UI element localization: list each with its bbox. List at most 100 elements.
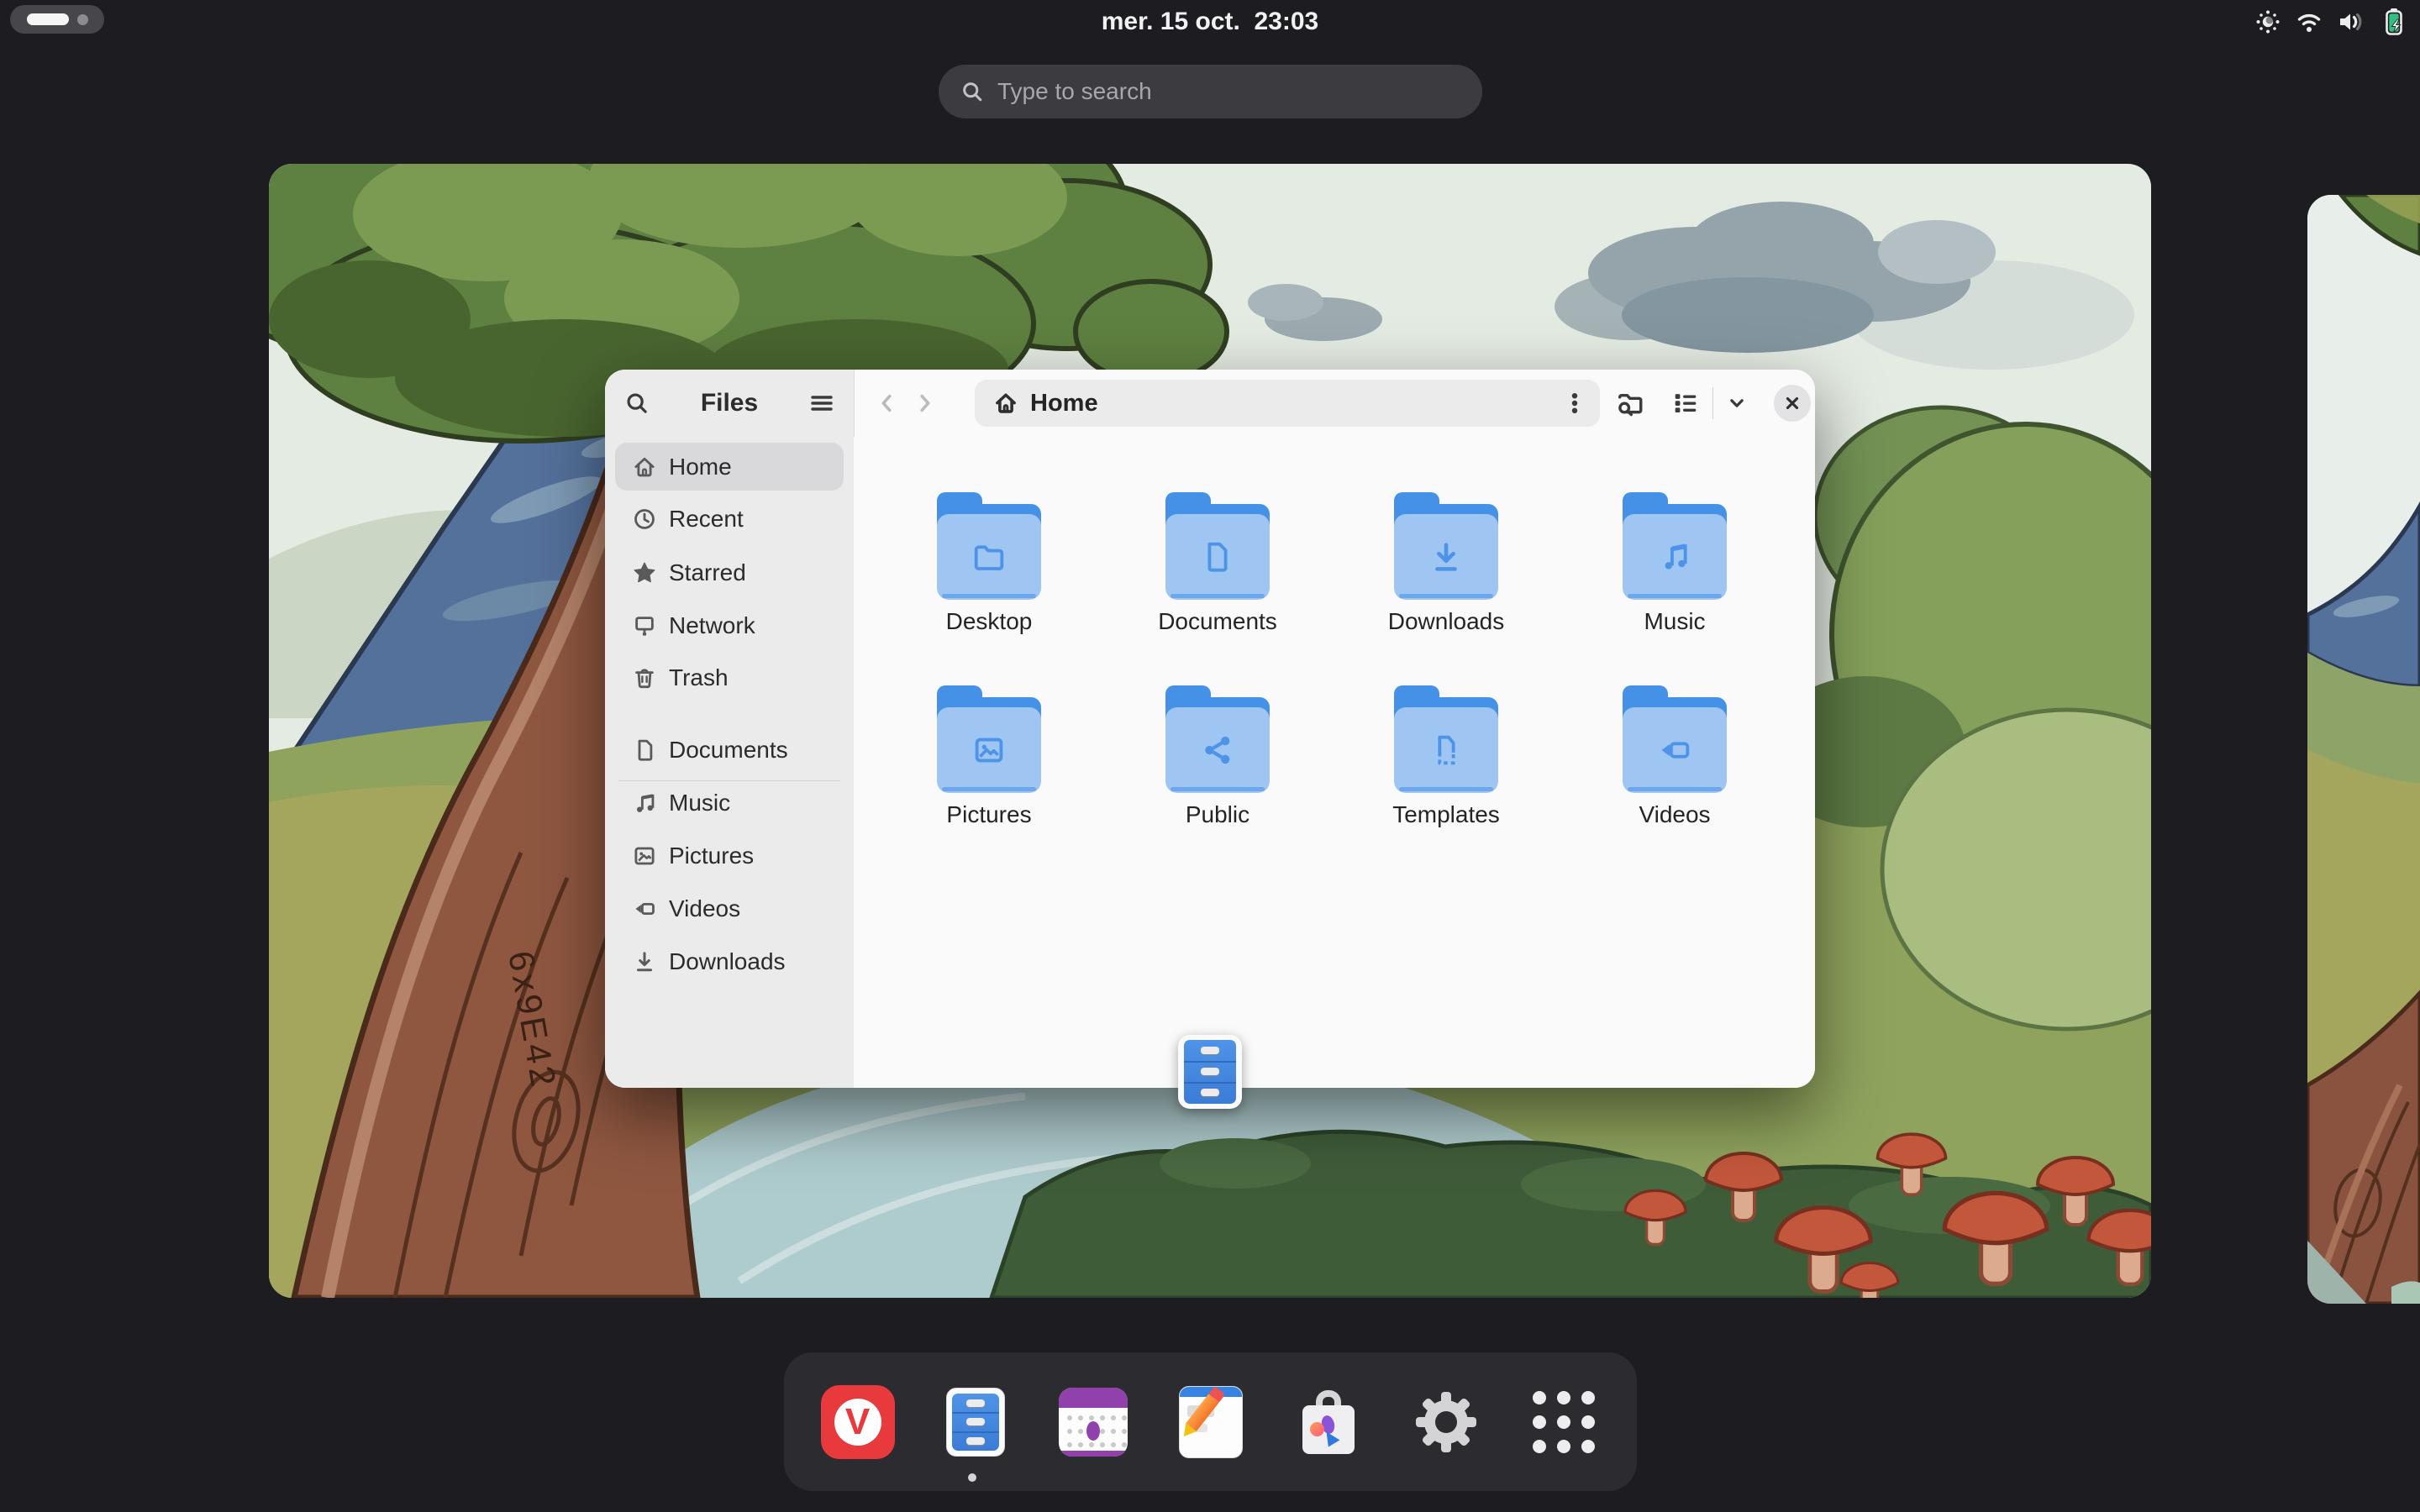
search-icon xyxy=(960,80,984,103)
recent-icon xyxy=(632,507,657,532)
sidebar-label: Downloads xyxy=(669,948,786,975)
folder-downloads[interactable]: Downloads xyxy=(1345,486,1547,635)
download-icon xyxy=(632,949,657,974)
network-icon xyxy=(632,613,657,638)
folder-videos[interactable]: Videos xyxy=(1574,679,1776,828)
forward-button[interactable] xyxy=(906,385,943,422)
chevron-left-icon xyxy=(875,391,900,416)
search-input[interactable] xyxy=(996,77,1474,106)
dock-software-icon[interactable] xyxy=(1292,1385,1365,1459)
sidebar-label: Starred xyxy=(669,559,746,586)
dock: V xyxy=(784,1352,1637,1491)
music-icon xyxy=(632,790,657,816)
search-icon xyxy=(624,391,650,416)
folder-label: Public xyxy=(1186,801,1249,828)
files-content: Desktop Documents xyxy=(854,437,1815,1088)
kebab-menu-icon[interactable] xyxy=(1561,390,1588,417)
system-status-area[interactable] xyxy=(2255,0,2407,44)
clock[interactable]: mer. 15 oct. 23:03 xyxy=(0,0,2420,44)
gear-icon xyxy=(1409,1385,1483,1459)
folder-label: Videos xyxy=(1639,801,1710,828)
workspace-dot xyxy=(77,14,88,25)
sidebar-label: Recent xyxy=(669,506,744,533)
home-icon xyxy=(993,391,1018,416)
battery-charging-icon xyxy=(2381,8,2407,36)
picture-icon xyxy=(632,843,657,869)
wifi-icon xyxy=(2296,9,2323,34)
folder-label: Downloads xyxy=(1388,608,1505,635)
files-app-badge-icon[interactable] xyxy=(1178,1035,1242,1109)
workspace-thumbnail-next[interactable] xyxy=(2307,195,2420,1304)
folder-public[interactable]: Public xyxy=(1117,679,1318,828)
folder-label: Desktop xyxy=(946,608,1033,635)
files-header-main: Home xyxy=(854,370,1815,437)
list-view-icon xyxy=(1671,389,1700,417)
sidebar-item-trash[interactable]: Trash xyxy=(615,654,844,701)
sidebar-label: Pictures xyxy=(669,843,754,869)
sidebar-item-pictures[interactable]: Pictures xyxy=(615,832,844,879)
video-emblem xyxy=(1655,731,1694,769)
back-button[interactable] xyxy=(869,385,906,422)
hamburger-icon xyxy=(808,390,835,417)
sidebar-item-network[interactable]: Network xyxy=(615,601,844,649)
main-menu-button[interactable] xyxy=(803,385,840,422)
sidebar-item-documents[interactable]: Documents xyxy=(615,726,844,774)
workspace-dot-active xyxy=(27,13,69,25)
folder-label: Pictures xyxy=(946,801,1031,828)
wallpaper-art-next xyxy=(2307,195,2420,1304)
dock-text-editor-icon[interactable] xyxy=(1174,1385,1248,1459)
close-icon xyxy=(1781,392,1803,414)
trash-icon xyxy=(632,665,657,690)
window-search-button[interactable] xyxy=(618,385,655,422)
sidebar-item-downloads[interactable]: Downloads xyxy=(615,937,844,985)
volume-icon xyxy=(2338,9,2366,34)
sidebar-item-starred[interactable]: Starred xyxy=(615,549,844,596)
search-folder-button[interactable] xyxy=(1612,385,1649,422)
top-bar: mer. 15 oct. 23:03 xyxy=(0,0,2420,44)
view-options-button[interactable] xyxy=(1722,385,1752,422)
dock-vivaldi-icon[interactable]: V xyxy=(821,1385,895,1459)
night-light-icon xyxy=(2255,9,2281,34)
dock-app-grid-icon[interactable] xyxy=(1527,1385,1601,1459)
files-window[interactable]: Files xyxy=(605,370,1815,1088)
sidebar-label: Trash xyxy=(669,664,729,691)
music-emblem xyxy=(1655,538,1694,576)
files-sidebar: Home Recent Starred xyxy=(605,437,854,1088)
list-view-button[interactable] xyxy=(1667,385,1704,422)
home-icon xyxy=(632,454,657,480)
files-running-indicator xyxy=(968,1473,976,1482)
files-header-sidebar: Files xyxy=(605,370,854,437)
document-icon xyxy=(632,738,657,763)
folder-music[interactable]: Music xyxy=(1574,486,1776,635)
sidebar-label: Home xyxy=(669,454,732,480)
dock-files-icon[interactable] xyxy=(939,1385,1013,1459)
sidebar-item-recent[interactable]: Recent xyxy=(615,495,844,543)
header-divider xyxy=(1712,387,1713,419)
sidebar-item-videos[interactable]: Videos xyxy=(615,885,844,932)
sidebar-item-home[interactable]: Home xyxy=(615,443,844,491)
window-title: Files xyxy=(655,389,803,417)
files-cabinet-icon xyxy=(1184,1040,1236,1104)
dock-calendar-icon[interactable] xyxy=(1056,1385,1130,1459)
video-icon xyxy=(632,896,657,921)
path-bar[interactable]: Home xyxy=(975,380,1600,427)
sidebar-label: Videos xyxy=(669,895,740,922)
sidebar-label: Network xyxy=(669,612,755,639)
folder-label: Music xyxy=(1644,608,1705,635)
sidebar-item-music[interactable]: Music xyxy=(615,779,844,827)
chevron-right-icon xyxy=(912,391,937,416)
folder-label: Documents xyxy=(1158,608,1277,635)
workspace-indicator[interactable] xyxy=(10,5,104,34)
share-emblem xyxy=(1198,731,1237,769)
folder-emblem xyxy=(970,538,1008,576)
folder-templates[interactable]: Templates xyxy=(1345,679,1547,828)
chevron-down-icon xyxy=(1725,391,1749,415)
dock-settings-icon[interactable] xyxy=(1409,1385,1483,1459)
folder-search-icon xyxy=(1616,389,1644,417)
folder-desktop[interactable]: Desktop xyxy=(888,486,1090,635)
close-window-button[interactable] xyxy=(1774,385,1811,422)
folder-documents[interactable]: Documents xyxy=(1117,486,1318,635)
overview-search[interactable] xyxy=(939,65,1482,118)
folder-pictures[interactable]: Pictures xyxy=(888,679,1090,828)
download-emblem xyxy=(1427,538,1465,576)
